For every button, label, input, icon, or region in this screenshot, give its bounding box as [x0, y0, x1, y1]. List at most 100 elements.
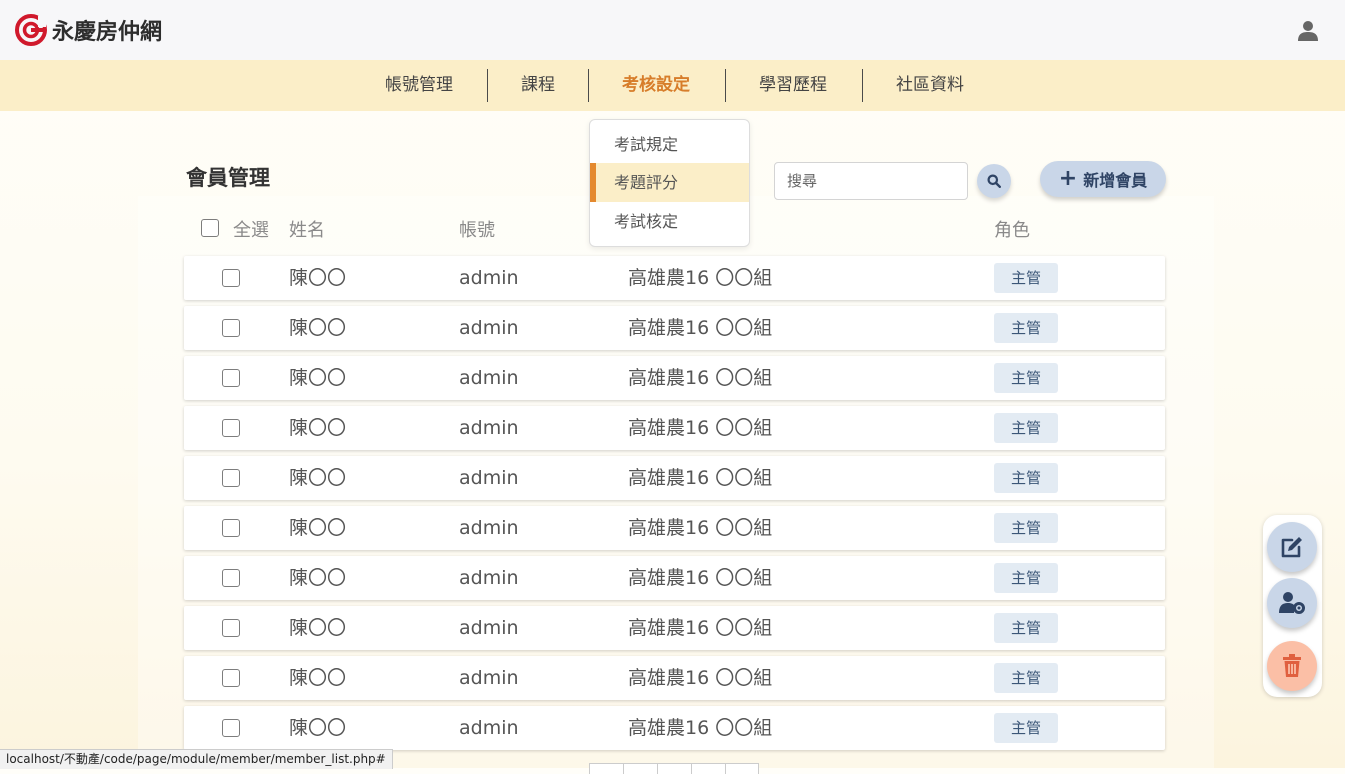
user-settings-icon	[1279, 592, 1305, 614]
browser-status-url: localhost/不動產/code/page/module/member/me…	[0, 749, 393, 769]
table-row[interactable]: 陳〇〇 admin 高雄農16 〇〇組 主管	[184, 606, 1165, 650]
member-account: admin	[459, 517, 519, 539]
member-account: admin	[459, 717, 519, 739]
menu-item-exam-rules[interactable]: 考試規定	[590, 125, 749, 164]
role-badge: 主管	[994, 513, 1058, 543]
member-name: 陳〇〇	[289, 567, 347, 589]
nav-divider	[487, 69, 488, 102]
member-account: admin	[459, 317, 519, 339]
table-row[interactable]: 陳〇〇 admin 高雄農16 〇〇組 主管	[184, 356, 1165, 400]
role-badge: 主管	[994, 563, 1058, 593]
nav-divider	[862, 69, 863, 102]
member-account: admin	[459, 367, 519, 389]
edit-button[interactable]	[1267, 522, 1317, 572]
member-unit: 高雄農16 〇〇組	[628, 467, 773, 489]
member-unit: 高雄農16 〇〇組	[628, 717, 773, 739]
member-account: admin	[459, 267, 519, 289]
member-unit: 高雄農16 〇〇組	[628, 667, 773, 689]
row-checkbox[interactable]	[222, 369, 240, 387]
column-header-role: 角色	[994, 220, 1030, 241]
brand-logo[interactable]: 永慶房仲網	[14, 13, 162, 47]
top-bar: 永慶房仲網	[0, 0, 1345, 60]
member-unit: 高雄農16 〇〇組	[628, 367, 773, 389]
select-all-label: 全選	[233, 220, 269, 241]
member-name: 陳〇〇	[289, 417, 347, 439]
member-account: admin	[459, 417, 519, 439]
member-name: 陳〇〇	[289, 717, 347, 739]
table-row[interactable]: 陳〇〇 admin 高雄農16 〇〇組 主管	[184, 656, 1165, 700]
table-row[interactable]: 陳〇〇 admin 高雄農16 〇〇組 主管	[184, 306, 1165, 350]
main-nav: 帳號管理 課程 考核設定 學習歷程 社區資料	[0, 60, 1345, 111]
row-checkbox[interactable]	[222, 419, 240, 437]
member-unit: 高雄農16 〇〇組	[628, 517, 773, 539]
delete-button[interactable]	[1267, 641, 1317, 691]
member-unit: 高雄農16 〇〇組	[628, 317, 773, 339]
member-name: 陳〇〇	[289, 467, 347, 489]
nav-item-accounts[interactable]: 帳號管理	[372, 60, 466, 111]
role-badge: 主管	[994, 363, 1058, 393]
row-checkbox[interactable]	[222, 319, 240, 337]
table-row[interactable]: 陳〇〇 admin 高雄農16 〇〇組 主管	[184, 456, 1165, 500]
nav-divider	[588, 69, 589, 102]
member-unit: 高雄農16 〇〇組	[628, 567, 773, 589]
row-checkbox[interactable]	[222, 519, 240, 537]
member-unit: 高雄農16 〇〇組	[628, 267, 773, 289]
menu-item-exam-approval[interactable]: 考試核定	[590, 202, 749, 241]
role-badge: 主管	[994, 413, 1058, 443]
row-checkbox[interactable]	[222, 669, 240, 687]
role-badge: 主管	[994, 713, 1058, 743]
row-checkbox[interactable]	[222, 569, 240, 587]
floating-action-panel	[1263, 515, 1322, 697]
assessment-dropdown-menu: 考試規定 考題評分 考試核定	[589, 119, 750, 247]
search-button[interactable]	[977, 164, 1011, 198]
search-icon	[987, 174, 1001, 188]
edit-icon	[1281, 537, 1302, 558]
role-badge: 主管	[994, 663, 1058, 693]
user-settings-button[interactable]	[1267, 578, 1317, 628]
column-header-name: 姓名	[289, 220, 325, 241]
member-account: admin	[459, 667, 519, 689]
member-unit: 高雄農16 〇〇組	[628, 617, 773, 639]
add-member-button[interactable]: + 新增會員	[1040, 161, 1166, 197]
row-checkbox[interactable]	[222, 619, 240, 637]
row-checkbox[interactable]	[222, 469, 240, 487]
role-badge: 主管	[994, 313, 1058, 343]
member-account: admin	[459, 617, 519, 639]
member-name: 陳〇〇	[289, 317, 347, 339]
member-name: 陳〇〇	[289, 667, 347, 689]
member-unit: 高雄農16 〇〇組	[628, 417, 773, 439]
menu-item-question-scoring[interactable]: 考題評分	[590, 163, 749, 202]
member-name: 陳〇〇	[289, 517, 347, 539]
trash-icon	[1283, 654, 1301, 677]
nav-item-courses[interactable]: 課程	[508, 60, 568, 111]
member-name: 陳〇〇	[289, 267, 347, 289]
role-badge: 主管	[994, 613, 1058, 643]
plus-icon: +	[1058, 166, 1078, 191]
add-member-label: 新增會員	[1083, 171, 1148, 190]
table-row[interactable]: 陳〇〇 admin 高雄農16 〇〇組 主管	[184, 506, 1165, 550]
nav-divider	[725, 69, 726, 102]
table-row[interactable]: 陳〇〇 admin 高雄農16 〇〇組 主管	[184, 256, 1165, 300]
table-row[interactable]: 陳〇〇 admin 高雄農16 〇〇組 主管	[184, 556, 1165, 600]
nav-item-community-data[interactable]: 社區資料	[883, 60, 977, 111]
member-name: 陳〇〇	[289, 367, 347, 389]
brand-name: 永慶房仲網	[52, 20, 163, 45]
member-name: 陳〇〇	[289, 617, 347, 639]
brand-logo-icon	[15, 14, 47, 46]
search-input[interactable]	[774, 162, 968, 200]
select-all-checkbox[interactable]	[201, 219, 219, 237]
nav-item-assessment[interactable]: 考核設定	[609, 60, 703, 111]
row-checkbox[interactable]	[222, 269, 240, 287]
nav-item-learning-history[interactable]: 學習歷程	[746, 60, 840, 111]
user-account-icon[interactable]	[1297, 20, 1319, 42]
table-row[interactable]: 陳〇〇 admin 高雄農16 〇〇組 主管	[184, 706, 1165, 750]
member-account: admin	[459, 567, 519, 589]
pagination[interactable]	[589, 763, 759, 774]
column-header-account: 帳號	[459, 220, 495, 241]
page-title: 會員管理	[186, 166, 270, 190]
row-checkbox[interactable]	[222, 719, 240, 737]
member-account: admin	[459, 467, 519, 489]
role-badge: 主管	[994, 263, 1058, 293]
table-row[interactable]: 陳〇〇 admin 高雄農16 〇〇組 主管	[184, 406, 1165, 450]
role-badge: 主管	[994, 463, 1058, 493]
